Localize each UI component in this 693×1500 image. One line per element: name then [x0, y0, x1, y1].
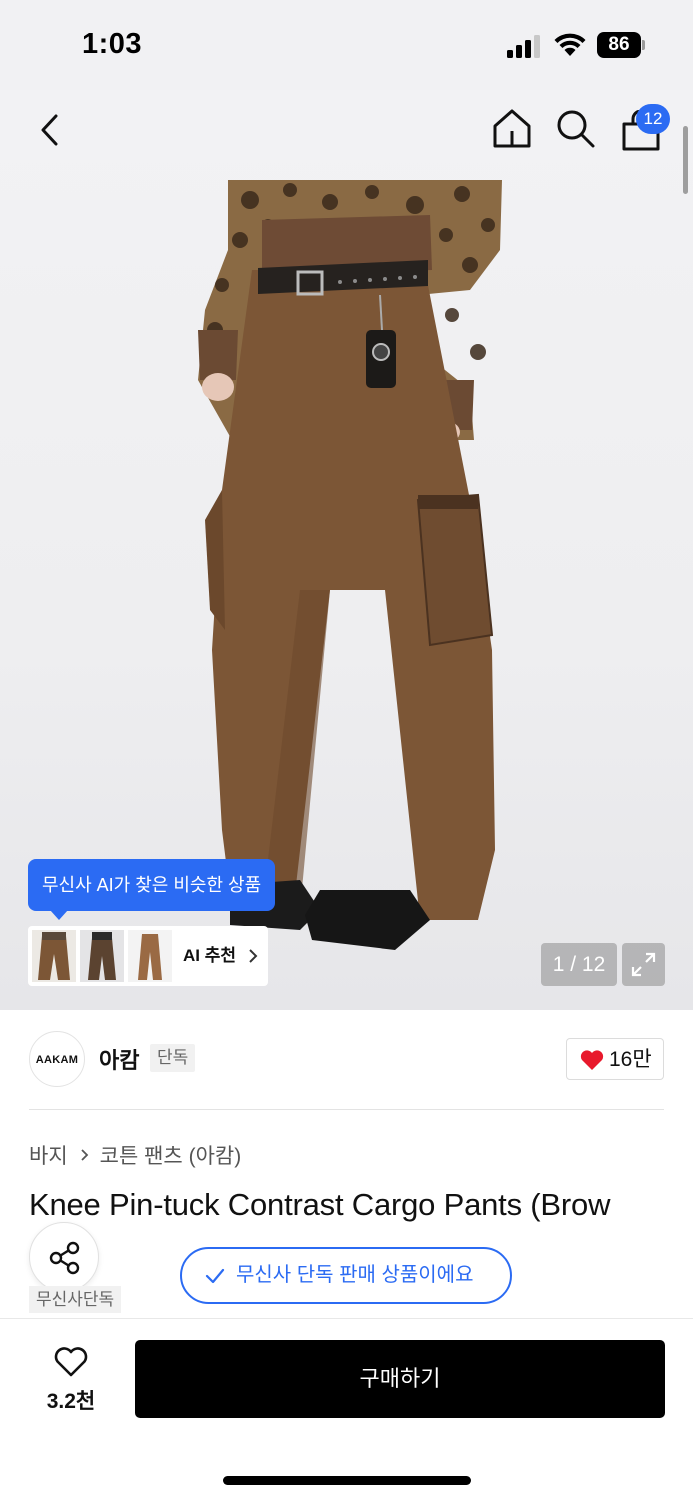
- brand-like-count: 16만: [609, 1048, 652, 1071]
- exclusive-tag: 단독: [150, 1044, 196, 1072]
- check-icon: [205, 1268, 225, 1284]
- wishlist-button[interactable]: 3.2천: [30, 1343, 112, 1415]
- ai-thumbnail[interactable]: [128, 930, 172, 982]
- search-icon[interactable]: [555, 108, 597, 150]
- ai-recommendation-strip[interactable]: AI 추천: [28, 926, 268, 986]
- breadcrumb-subcategory[interactable]: 코튼 팬츠 (아캄): [100, 1140, 242, 1170]
- brand-logo[interactable]: AAKAM: [29, 1031, 85, 1087]
- expand-icon: [631, 952, 656, 977]
- ai-recommendation-tooltip[interactable]: 무신사 AI가 찾은 비슷한 상품: [28, 859, 276, 920]
- battery-indicator: 86: [597, 32, 645, 58]
- exclusive-notice-text: 무신사 단독 판매 상품이에요: [236, 1264, 474, 1286]
- buy-button[interactable]: 구매하기: [135, 1340, 665, 1418]
- share-button[interactable]: [29, 1222, 99, 1292]
- share-icon: [49, 1241, 80, 1275]
- exclusive-notice-pill: 무신사 단독 판매 상품이에요: [180, 1247, 512, 1304]
- heart-icon: [580, 1050, 604, 1070]
- wishlist-count: 3.2천: [46, 1390, 96, 1413]
- product-title: Knee Pin-tuck Contrast Cargo Pants (Brow: [29, 1187, 611, 1222]
- brand-like-button[interactable]: 16만: [566, 1038, 664, 1080]
- musinsa-exclusive-tag: 무신사단독: [29, 1286, 122, 1313]
- cellular-signal-icon: [507, 34, 543, 58]
- home-indicator[interactable]: [223, 1476, 471, 1485]
- product-gallery[interactable]: 12 무신사 AI가 찾은 비슷한 상품 AI 추천 1 / 12: [0, 90, 693, 1010]
- chevron-right-icon: [249, 949, 258, 963]
- divider: [29, 1109, 664, 1110]
- status-bar: 1:03 86: [0, 0, 693, 90]
- ai-recommendation-label[interactable]: AI 추천: [183, 926, 236, 986]
- expand-button[interactable]: [622, 943, 665, 986]
- battery-level: 86: [597, 32, 641, 58]
- wifi-icon: [554, 33, 586, 56]
- heart-icon: [54, 1347, 88, 1377]
- chevron-right-icon: [81, 1149, 88, 1161]
- breadcrumb-category[interactable]: 바지: [29, 1140, 68, 1170]
- back-icon[interactable]: [36, 110, 66, 150]
- ai-thumbnail[interactable]: [32, 930, 76, 982]
- breadcrumb: 바지 코튼 팬츠 (아캄): [29, 1140, 241, 1170]
- ai-thumbnail[interactable]: [80, 930, 124, 982]
- image-page-counter: 1 / 12: [541, 943, 617, 986]
- home-icon[interactable]: [490, 106, 534, 150]
- status-time: 1:03: [82, 28, 143, 60]
- cart-count-badge[interactable]: 12: [636, 104, 670, 134]
- brand-name[interactable]: 아캄: [99, 1043, 139, 1075]
- scrollbar[interactable]: [683, 126, 688, 194]
